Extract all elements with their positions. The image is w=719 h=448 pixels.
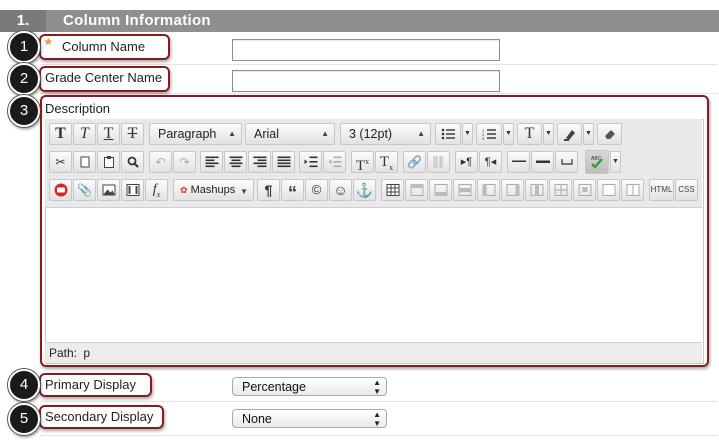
- secondary-display-select[interactable]: None ▲ ▼: [232, 409, 387, 428]
- section-title: Column Information: [63, 12, 211, 29]
- column-name-input[interactable]: [232, 39, 500, 61]
- required-star-icon: *: [45, 35, 52, 54]
- primary-display-label: Primary Display: [45, 377, 137, 392]
- grade-center-name-input[interactable]: [232, 70, 500, 92]
- callout-badge-5: 5: [8, 403, 40, 435]
- column-name-label: Column Name: [62, 39, 146, 54]
- callout-highlight-description: [40, 95, 709, 367]
- grade-center-name-label: Grade Center Name: [45, 70, 163, 85]
- callout-badge-3: 3: [8, 95, 40, 127]
- callout-badge-2: 2: [8, 63, 40, 95]
- row-divider: [40, 93, 718, 94]
- row-divider: [40, 401, 718, 402]
- select-arrows-icon: ▲ ▼: [373, 378, 381, 396]
- row-divider: [40, 435, 718, 436]
- select-arrows-icon: ▲ ▼: [373, 410, 381, 428]
- row-divider: [40, 64, 718, 65]
- primary-display-select[interactable]: Percentage ▲ ▼: [232, 377, 387, 396]
- section-number: 1.: [0, 10, 46, 32]
- secondary-display-label: Secondary Display: [45, 409, 154, 424]
- callout-badge-4: 4: [8, 369, 40, 401]
- callout-badge-1: 1: [8, 31, 40, 63]
